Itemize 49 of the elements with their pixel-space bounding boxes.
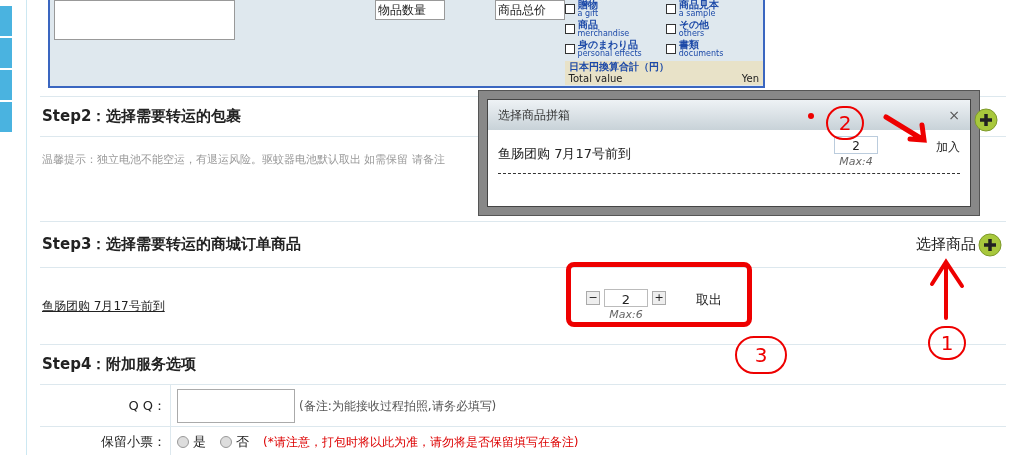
quantity-field[interactable]: 2 [604, 288, 648, 307]
radio-button[interactable] [177, 436, 189, 448]
annotation-number: 2 [826, 106, 864, 140]
add-link[interactable]: 加入 [936, 137, 960, 156]
hint-text: 温馨提示：独立电池不能空运，有退运风险。驱蚊器电池默认取出 如需保留 请备注 [42, 153, 445, 166]
category-label: 書類 [678, 40, 699, 50]
increment-button[interactable]: + [652, 290, 666, 305]
category-label-en: a sample [678, 10, 716, 18]
total-label-en: Total value [568, 74, 623, 84]
category-label: 贈物 [577, 0, 599, 10]
form-field: 商品总价 [494, 0, 565, 20]
category-label: 商品見本 [678, 0, 719, 10]
total-label: 日本円換算合計（円） [568, 62, 670, 72]
total-unit: Yen [741, 74, 759, 84]
category-label: 身のまわり品 [577, 40, 638, 50]
annotation-number: 1 [928, 326, 966, 360]
remove-link[interactable]: 取出 [696, 290, 722, 310]
category-label-en: personal effects [577, 50, 642, 58]
decrement-button[interactable]: − [586, 290, 600, 305]
category-label: その他 [678, 20, 709, 30]
dialog-title: 选择商品拼箱 [498, 107, 570, 124]
annotation-number: 3 [735, 336, 787, 374]
order-item-link[interactable]: 鱼肠团购 7月17号前到 [42, 297, 586, 315]
radio-button[interactable] [220, 436, 232, 448]
section-title: Step4：附加服务选项 [42, 354, 197, 376]
select-goods-label: 选择商品 [916, 234, 976, 256]
radio-label: 是 [193, 433, 206, 452]
qq-input-field[interactable] [177, 388, 295, 423]
goods-name: 鱼肠团购 7月17号前到 [498, 144, 632, 163]
category-label: 商品 [577, 20, 598, 30]
section-title: Step2：选择需要转运的包裹 [42, 106, 242, 128]
category-label-en: merchandise [577, 30, 630, 38]
form-field: 物品数量 [374, 0, 445, 20]
qq-label: Q Q： [127, 396, 167, 415]
plus-circle-icon[interactable] [974, 108, 998, 132]
plus-circle-icon[interactable] [978, 232, 1002, 257]
max-quantity: Max:4 [839, 154, 873, 171]
max-quantity: Max:6 [609, 306, 643, 323]
quantity-field[interactable]: 2 [834, 136, 878, 155]
warning-text: (*请注意，打包时将以此为准，请勿将是否保留填写在备注) [263, 434, 579, 451]
annotation-arrow-drawing [882, 113, 930, 145]
category-label-en: documents [678, 50, 724, 58]
close-button[interactable]: × [948, 104, 960, 126]
category-label-en: others [678, 30, 705, 38]
qq-note: (备注:为能接收过程拍照,请务必填写) [299, 397, 497, 415]
section-title: Step3：选择需要转运的商城订单商品 [42, 234, 302, 256]
ticket-label: 保留小票： [100, 433, 167, 452]
radio-label: 否 [236, 433, 249, 452]
category-label-en: a gift [577, 10, 599, 18]
